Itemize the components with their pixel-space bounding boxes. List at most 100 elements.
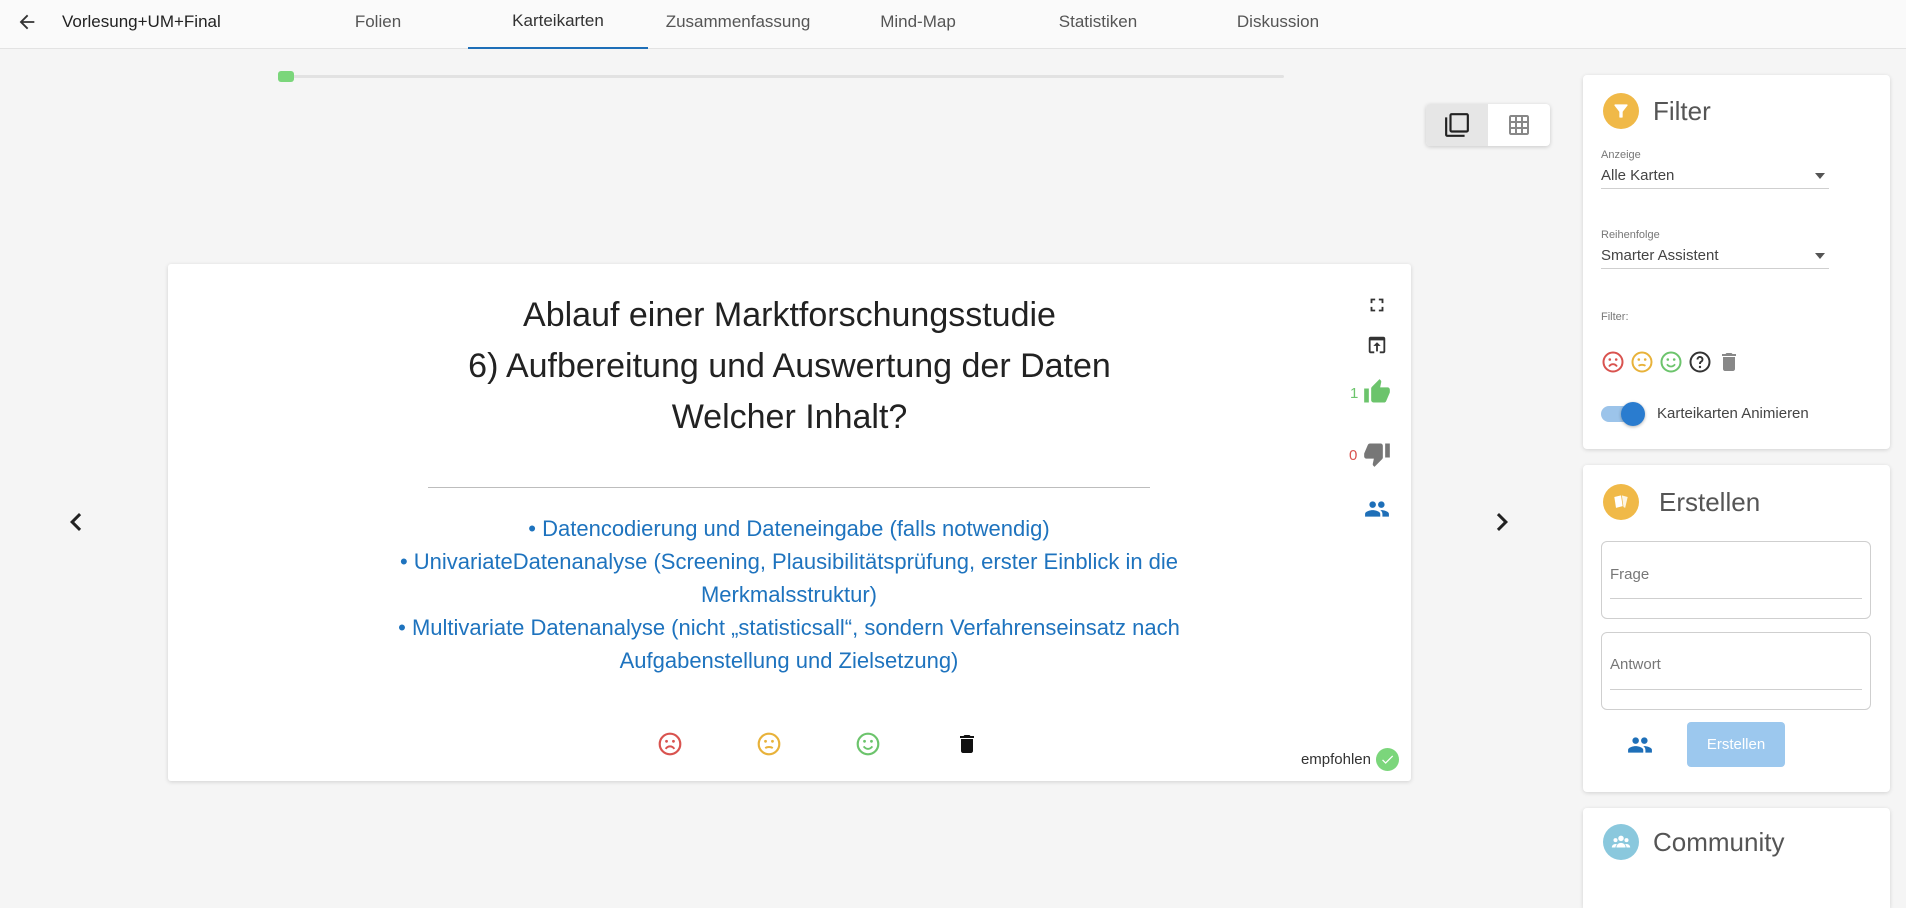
filter-medium-button[interactable] — [1630, 350, 1654, 374]
recommended-label: empfohlen — [1300, 751, 1371, 768]
people-icon — [1628, 737, 1652, 753]
reihenfolge-select[interactable]: Smarter Assistent — [1601, 245, 1829, 269]
filter-deleted-button[interactable] — [1717, 350, 1741, 374]
create-button[interactable]: Erstellen — [1687, 722, 1785, 767]
delete-card-button[interactable] — [953, 730, 981, 758]
caret-down-icon — [1815, 173, 1825, 179]
question-line: 6) Aufbereitung und Auswertung der Daten — [468, 347, 1111, 385]
filter-easy-button[interactable] — [1659, 350, 1683, 374]
card-divider — [428, 487, 1150, 488]
back-button[interactable] — [14, 9, 40, 35]
answer-field[interactable]: Antwort — [1601, 632, 1871, 710]
filter-panel-header: Filter — [1603, 93, 1711, 129]
answer-line: • Multivariate Datenanalyse (nicht „stat… — [398, 615, 1180, 640]
rating-row — [168, 730, 1411, 760]
question-line: Ablauf einer Marktforschungsstudie — [523, 296, 1056, 334]
answer-placeholder: Antwort — [1610, 656, 1661, 673]
people-icon — [1365, 501, 1389, 517]
filter-panel-title: Filter — [1653, 95, 1711, 126]
previous-card-button[interactable] — [58, 497, 94, 547]
reihenfolge-value: Smarter Assistent — [1601, 247, 1719, 264]
create-panel-header: Erstellen — [1603, 484, 1760, 520]
create-panel: Erstellen Frage Antwort Erstellen — [1583, 465, 1890, 792]
filter-unrated-button[interactable] — [1688, 350, 1712, 374]
dislike-count: 0 — [1349, 447, 1358, 464]
community-panel-title: Community — [1653, 826, 1785, 857]
single-card-icon — [1445, 113, 1469, 137]
thumbs-up-icon — [1364, 379, 1390, 403]
reihenfolge-label: Reihenfolge — [1601, 229, 1660, 241]
anzeige-select[interactable]: Alle Karten — [1601, 165, 1829, 189]
share-with-community-button[interactable] — [1625, 730, 1655, 760]
tab-bar: Folien Karteikarten Zusammenfassung Mind… — [288, 0, 1368, 49]
community-panel: Community — [1583, 808, 1890, 908]
answer-line: • UnivariateDatenanalyse (Screening, Pla… — [399, 549, 1179, 574]
filter-hard-button[interactable] — [1601, 350, 1625, 374]
rate-medium-button[interactable] — [755, 730, 783, 758]
tab-mind-map[interactable]: Mind-Map — [828, 0, 1008, 49]
thumbs-down-icon — [1364, 443, 1390, 467]
chevron-right-icon — [1496, 513, 1508, 531]
answer-line: Aufgabenstellung und Zielsetzung) — [619, 648, 959, 673]
grid-view-button[interactable] — [1488, 104, 1550, 146]
next-card-button[interactable] — [1484, 497, 1520, 547]
arrow-left-icon — [19, 14, 35, 30]
cards-icon — [1603, 484, 1639, 520]
trash-icon — [1722, 353, 1736, 371]
check-icon — [1376, 748, 1399, 771]
fullscreen-button[interactable] — [1364, 292, 1390, 318]
single-view-button[interactable] — [1426, 104, 1488, 146]
dislike-button[interactable] — [1362, 439, 1392, 469]
happy-face-icon — [1660, 351, 1682, 373]
question-placeholder: Frage — [1610, 566, 1650, 583]
like-count: 1 — [1350, 385, 1359, 402]
top-bar: Vorlesung+UM+Final Folien Karteikarten Z… — [0, 0, 1906, 49]
tab-statistiken[interactable]: Statistiken — [1008, 0, 1188, 49]
sad-face-icon — [1602, 351, 1624, 373]
happy-face-icon — [856, 732, 880, 756]
funnel-icon — [1603, 93, 1639, 129]
trash-icon — [960, 735, 974, 753]
toggle-switch[interactable] — [1601, 401, 1645, 426]
caret-down-icon — [1815, 253, 1825, 259]
card-answer: • Datencodierung und Dateneingabe (falls… — [348, 512, 1230, 677]
filter-label: Filter: — [1601, 311, 1629, 323]
question-field[interactable]: Frage — [1601, 541, 1871, 619]
open-in-icon — [1368, 336, 1386, 354]
anzeige-value: Alle Karten — [1601, 167, 1675, 184]
flashcard[interactable]: Ablauf einer Marktforschungsstudie 6) Au… — [168, 264, 1411, 781]
tab-diskussion[interactable]: Diskussion — [1188, 0, 1368, 49]
question-line: Welcher Inhalt? — [671, 398, 908, 436]
animate-toggle[interactable]: Karteikarten Animieren — [1601, 401, 1809, 426]
neutral-face-icon — [757, 732, 781, 756]
progress-fill — [278, 71, 295, 82]
neutral-face-icon — [1631, 351, 1653, 373]
create-panel-title: Erstellen — [1659, 486, 1761, 517]
answer-line: Merkmalsstruktur) — [700, 582, 877, 607]
like-button[interactable] — [1362, 377, 1392, 407]
rate-hard-button[interactable] — [656, 730, 684, 758]
community-panel-header: Community — [1603, 824, 1784, 860]
grid-icon — [1509, 115, 1529, 135]
share-community-button[interactable] — [1362, 494, 1392, 524]
anzeige-label: Anzeige — [1601, 149, 1641, 161]
question-circle-icon — [1689, 351, 1711, 373]
answer-line: • Datencodierung und Dateneingabe (falls… — [528, 516, 1050, 541]
card-question: Ablauf einer Marktforschungsstudie 6) Au… — [168, 290, 1411, 443]
chevron-left-icon — [70, 513, 82, 531]
progress-bar — [278, 71, 1284, 82]
filter-panel: Filter Anzeige Alle Karten Reihenfolge S… — [1583, 75, 1890, 449]
fullscreen-icon — [1370, 298, 1384, 312]
tab-karteikarten[interactable]: Karteikarten — [468, 0, 648, 49]
course-title: Vorlesung+UM+Final — [62, 12, 221, 31]
filter-icons — [1601, 350, 1741, 374]
open-card-button[interactable] — [1364, 332, 1390, 358]
view-toggle — [1426, 104, 1550, 146]
tab-folien[interactable]: Folien — [288, 0, 468, 49]
rate-easy-button[interactable] — [854, 730, 882, 758]
animate-label: Karteikarten Animieren — [1657, 405, 1809, 422]
recommended-badge: empfohlen — [1301, 748, 1399, 771]
community-icon — [1603, 824, 1639, 860]
sad-face-icon — [658, 732, 682, 756]
tab-zusammenfassung[interactable]: Zusammenfassung — [648, 0, 828, 49]
